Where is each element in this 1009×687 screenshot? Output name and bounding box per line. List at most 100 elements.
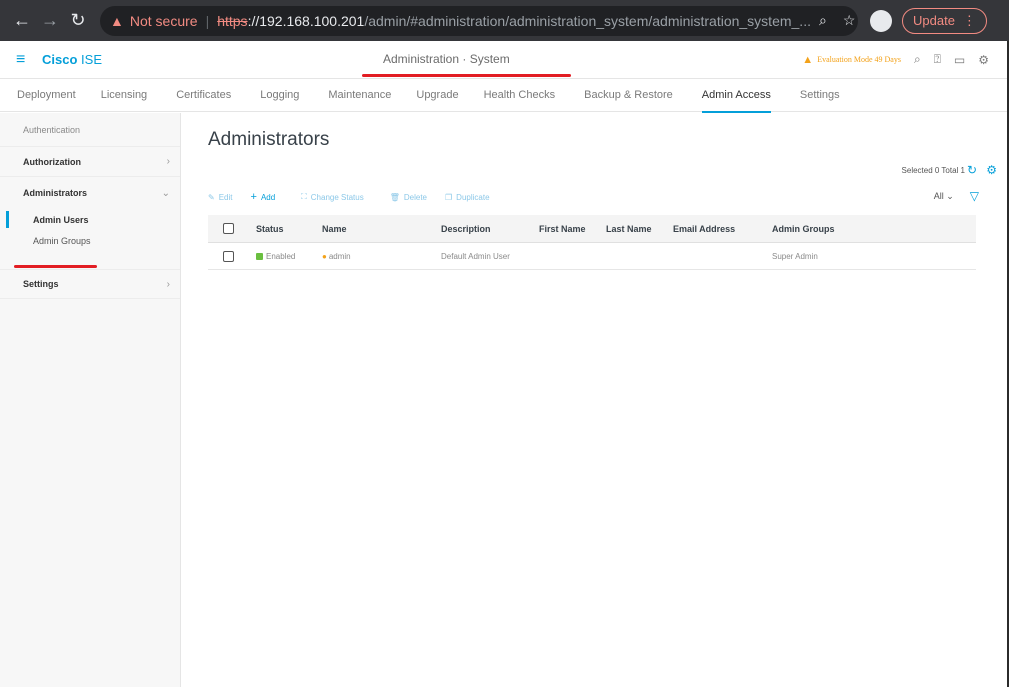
add-button[interactable]: + Add [251, 191, 276, 203]
admin-name: admin [328, 251, 351, 261]
change-status-button[interactable]: ⛶ Change Status [301, 192, 364, 202]
sidebar-item-label: Authentication [23, 124, 81, 135]
hamburger-menu-icon[interactable]: ≡ [16, 51, 28, 69]
select-all-checkbox[interactable] [223, 223, 234, 234]
sidebar-item-settings[interactable]: Settings › [0, 269, 180, 299]
status-label: Enabled [266, 251, 296, 261]
tab-logging[interactable]: Logging [260, 79, 299, 112]
sidebar-item-admin-groups[interactable]: Admin Groups [0, 230, 180, 251]
zoom-icon[interactable]: ⌕ [819, 12, 827, 29]
sidebar: Authentication Authorization › Administr… [0, 113, 181, 687]
col-name[interactable]: Name [322, 224, 441, 234]
sidebar-item-label: Authorization [23, 156, 81, 167]
col-last-name[interactable]: Last Name [606, 224, 673, 234]
duplicate-button[interactable]: ❐ Duplicate [445, 193, 490, 202]
sidebar-item-label: Settings [23, 279, 59, 289]
col-status[interactable]: Status [256, 224, 322, 234]
page-title: Administration · System [383, 52, 510, 66]
add-label: Add [260, 192, 276, 202]
delete-label: Delete [403, 192, 427, 202]
col-email[interactable]: Email Address [673, 224, 772, 234]
brand-logo[interactable]: Cisco ISE [42, 52, 102, 67]
not-secure-label: Not secure [129, 12, 198, 29]
col-description[interactable]: Description [441, 224, 539, 234]
omnibox-separator: | [205, 12, 210, 29]
page-heading: Administrators [208, 129, 330, 150]
filter-controls: All ⌄ ▽ [934, 189, 979, 203]
filter-all-label: All [933, 190, 944, 201]
warning-icon: ▲ [110, 12, 124, 29]
show-filter-dropdown[interactable]: All ⌄ [934, 191, 954, 202]
trash-icon: 🗑 [389, 192, 400, 202]
sidebar-item-label: Admin Groups [33, 235, 91, 246]
selection-count: Selected 0 Total 1 [901, 166, 965, 175]
tab-licensing[interactable]: Licensing [101, 79, 147, 112]
status-badge: Enabled [256, 252, 322, 261]
edit-button[interactable]: ✎ Edit [208, 193, 233, 202]
admin-name-link[interactable]: ● admin [322, 252, 441, 261]
address-bar[interactable]: ▲ Not secure | https://192.168.100.201/a… [100, 5, 858, 36]
chevron-down-icon: ⌄ [161, 187, 170, 199]
update-button[interactable]: Update ⋮ [902, 7, 987, 34]
url-host: 192.168.100.201 [259, 12, 365, 29]
tab-backup-restore[interactable]: Backup & Restore [584, 79, 673, 112]
url-separator: :// [247, 12, 260, 29]
duplicate-label: Duplicate [456, 192, 490, 202]
col-admin-groups[interactable]: Admin Groups [772, 224, 882, 234]
table-toolbar: ✎ Edit + Add ⛶ Change Status 🗑 Delete ❐ Dupli… [208, 191, 508, 203]
refresh-icon[interactable]: ↻ [967, 163, 977, 177]
tab-health-checks[interactable]: Health Checks [484, 79, 556, 112]
forward-arrow-icon[interactable]: → [36, 7, 64, 35]
table-header: Status Name Description First Name Last … [208, 215, 976, 243]
tab-settings[interactable]: Settings [800, 79, 840, 112]
tab-maintenance[interactable]: Maintenance [328, 79, 391, 112]
sidebar-item-label: Admin Users [33, 214, 89, 225]
delete-button[interactable]: 🗑 Delete [390, 193, 427, 202]
evaluation-text: Evaluation Mode 49 Days [817, 55, 901, 64]
tab-admin-access[interactable]: Admin Access [701, 79, 771, 113]
chevron-down-icon: ⌄ [946, 190, 954, 201]
sidebar-item-authentication[interactable]: Authentication [0, 113, 180, 147]
table-settings-icon[interactable]: ⚙ [986, 163, 997, 177]
cell-description: Default Admin User [441, 251, 510, 261]
url-scheme: https [217, 12, 248, 29]
back-arrow-icon[interactable]: ← [8, 7, 36, 35]
gear-icon[interactable]: ⚙ [978, 53, 989, 67]
url-path: /admin/#administration/administration_sy… [364, 12, 811, 29]
row-checkbox[interactable] [223, 250, 234, 262]
col-first-name[interactable]: First Name [539, 224, 606, 234]
omnibox-actions: ⌕ ☆ [811, 12, 855, 29]
filter-funnel-icon[interactable]: ▽ [970, 189, 979, 203]
edit-label: Edit [218, 192, 233, 202]
copy-icon: ❐ [445, 192, 453, 202]
top-tabs: Deployment Licensing Certificates Loggin… [0, 79, 1007, 113]
warning-icon: ▲ [802, 53, 814, 66]
table-row[interactable]: Enabled ● admin Default Admin User Super … [208, 243, 976, 270]
brand-bold: Cisco [42, 52, 78, 67]
sidebar-item-authorization[interactable]: Authorization › [0, 147, 180, 177]
help-icon[interactable]: ⍰ [934, 52, 941, 67]
sidebar-item-administrators[interactable]: Administrators ⌄ [0, 177, 180, 209]
reload-icon[interactable]: ↻ [64, 7, 92, 35]
app-header: ≡ Cisco ISE Administration · System ▲ Eva… [0, 41, 1007, 79]
ise-app: ≡ Cisco ISE Administration · System ▲ Eva… [0, 41, 1007, 687]
user-icon: ● [322, 251, 327, 261]
enabled-check-icon [256, 252, 263, 260]
change-status-label: Change Status [310, 192, 364, 202]
plus-icon: + [250, 191, 257, 203]
header-actions: ▲ Evaluation Mode 49 Days ⌕ ⍰ ▭ ⚙ [802, 52, 989, 67]
tab-upgrade[interactable]: Upgrade [416, 79, 458, 112]
tab-deployment[interactable]: Deployment [17, 79, 76, 112]
search-icon[interactable]: ⌕ [914, 52, 921, 67]
change-status-icon: ⛶ [301, 192, 307, 201]
update-label: Update [913, 13, 955, 28]
chevron-right-icon: › [166, 278, 170, 290]
browser-toolbar: ← → ↻ ▲ Not secure | https://192.168.100… [0, 0, 1009, 41]
tab-certificates[interactable]: Certificates [176, 79, 231, 112]
sidebar-item-admin-users[interactable]: Admin Users [0, 209, 180, 230]
bookmark-star-icon[interactable]: ☆ [843, 12, 856, 29]
monitor-icon[interactable]: ▭ [954, 53, 965, 67]
cell-admin-groups: Super Admin [772, 251, 818, 261]
evaluation-badge[interactable]: ▲ Evaluation Mode 49 Days [802, 54, 901, 66]
profile-avatar[interactable] [870, 9, 892, 32]
